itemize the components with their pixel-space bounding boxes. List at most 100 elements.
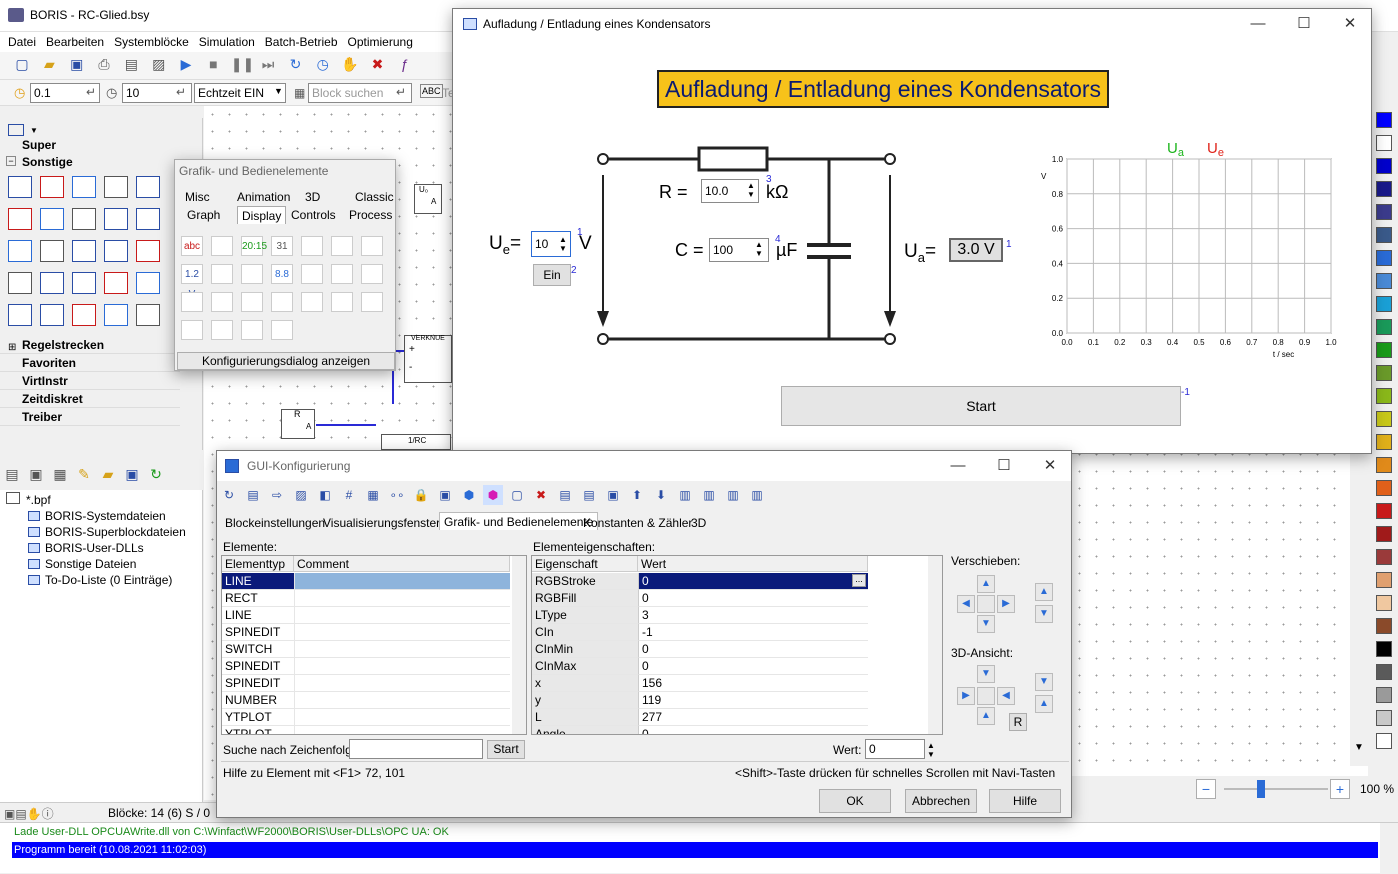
ein-button[interactable]: Ein <box>533 264 571 286</box>
tree-item[interactable]: BORIS-Superblockdateien <box>45 524 186 540</box>
nav-arrow-icon[interactable]: ▲ <box>1035 695 1053 713</box>
block-verknuepfung[interactable]: VERKNUE + - <box>404 335 452 383</box>
color-swatch[interactable] <box>1376 250 1392 266</box>
block-icon[interactable] <box>104 208 128 230</box>
chevron-down-icon[interactable]: ▼ <box>274 86 283 96</box>
display-element-icon[interactable] <box>211 320 233 340</box>
property-name[interactable]: y <box>532 692 638 709</box>
color-swatch[interactable] <box>1376 641 1392 657</box>
nav-arrow-icon[interactable]: ▶ <box>997 595 1015 613</box>
gui-tool-icon[interactable]: ▤ <box>243 485 263 505</box>
property-name[interactable]: CInMax <box>532 658 638 675</box>
close-icon[interactable]: ✕ <box>1327 9 1373 39</box>
display-element-icon[interactable] <box>361 236 383 256</box>
tree-folder-icon[interactable]: ▰ <box>98 464 118 484</box>
comment-cell[interactable] <box>294 607 510 624</box>
gui-tool-icon[interactable]: ▤ <box>555 485 575 505</box>
new-file-icon[interactable]: ▢ <box>12 54 32 74</box>
tools-icon[interactable]: ✖ <box>367 54 387 74</box>
search-input[interactable] <box>349 739 483 759</box>
gui-tool-icon[interactable]: ⬇ <box>651 485 671 505</box>
block-icon[interactable] <box>72 176 96 198</box>
gui-tool-icon[interactable]: ▦ <box>363 485 383 505</box>
sidebar-section[interactable]: Regelstrecken <box>0 336 180 354</box>
gui-tool-icon[interactable]: ⬆ <box>627 485 647 505</box>
block-r[interactable]: RA <box>281 409 315 439</box>
open-folder-icon[interactable]: ▰ <box>39 54 59 74</box>
table-row[interactable]: LINE <box>222 573 294 590</box>
menu-item[interactable]: Simulation <box>199 35 255 49</box>
block-icon[interactable] <box>40 176 64 198</box>
menu-item[interactable]: Systemblöcke <box>114 35 189 49</box>
tree-stack-icon[interactable]: ▦ <box>50 464 70 484</box>
gui-tab[interactable]: Blockeinstellungen <box>225 514 325 532</box>
block-icon[interactable] <box>104 272 128 294</box>
display-element-icon[interactable] <box>301 292 323 312</box>
zoom-in-button[interactable]: + <box>1330 779 1350 799</box>
block-1rc[interactable]: 1/RC <box>381 434 451 450</box>
nav-arrow-icon[interactable] <box>977 687 995 705</box>
table-row[interactable]: YTPLOT <box>222 709 294 726</box>
chevron-down-icon[interactable]: ▼ <box>1354 742 1364 753</box>
tree-item[interactable]: BORIS-Systemdateien <box>45 508 166 524</box>
menu-item[interactable]: Optimierung <box>348 35 413 49</box>
gui-tool-icon[interactable]: ▥ <box>747 485 767 505</box>
tree-item[interactable]: Sonstige Dateien <box>45 556 136 572</box>
block-uo[interactable]: U₀ A <box>414 184 442 214</box>
sonstige-section[interactable]: Sonstige <box>22 155 73 169</box>
color-swatch[interactable] <box>1376 388 1392 404</box>
image-icon[interactable]: ▨ <box>149 54 169 74</box>
close-icon[interactable]: ✕ <box>1027 451 1073 481</box>
gui-tool-icon[interactable]: ▥ <box>723 485 743 505</box>
block-icon[interactable] <box>72 208 96 230</box>
property-value[interactable]: -1 <box>638 624 868 641</box>
property-name[interactable]: CInMin <box>532 641 638 658</box>
property-value[interactable]: 0 <box>638 658 868 675</box>
tree-save-icon[interactable]: ▣ <box>122 464 142 484</box>
block-icon[interactable] <box>104 176 128 198</box>
property-value[interactable]: 119 <box>638 692 868 709</box>
block-icon[interactable] <box>8 304 32 326</box>
zoom-slider-thumb[interactable] <box>1257 780 1265 798</box>
clock-icon[interactable]: ◷ <box>313 54 333 74</box>
gui-tool-icon[interactable]: ▣ <box>603 485 623 505</box>
display-element-icon[interactable] <box>301 236 323 256</box>
display-element-icon[interactable] <box>241 292 263 312</box>
table-row[interactable]: RECT <box>222 590 294 607</box>
help-button[interactable]: Hilfe <box>989 789 1061 813</box>
display-element-icon[interactable] <box>211 264 233 284</box>
property-name[interactable]: L <box>532 709 638 726</box>
gui-tool-icon[interactable]: ▥ <box>675 485 695 505</box>
comment-cell[interactable] <box>294 675 510 692</box>
ok-button[interactable]: OK <box>819 789 891 813</box>
comment-cell[interactable] <box>294 658 510 675</box>
color-swatch[interactable] <box>1376 365 1392 381</box>
palette-tab[interactable]: Display <box>237 206 287 224</box>
search-start-button[interactable]: Start <box>487 740 525 759</box>
clipboard-icon[interactable]: ▤ <box>121 54 141 74</box>
gui-tool-icon[interactable]: ⇨ <box>267 485 287 505</box>
color-swatch[interactable] <box>1376 710 1392 726</box>
palette-tab[interactable]: 3D <box>305 188 320 206</box>
tree-add-icon[interactable]: ▤ <box>2 464 22 484</box>
block-icon[interactable] <box>72 240 96 262</box>
abc-icon[interactable]: ABC <box>420 84 443 98</box>
nav-arrow-icon[interactable]: ▲ <box>977 707 995 725</box>
palette-tab[interactable]: Graph <box>187 206 220 224</box>
gui-tool-icon[interactable]: ⬢ <box>459 485 479 505</box>
nav-arrow-icon[interactable] <box>977 595 995 613</box>
gui-tool-icon[interactable]: ↻ <box>219 485 239 505</box>
comment-cell[interactable] <box>294 726 510 734</box>
display-element-icon[interactable] <box>241 320 263 340</box>
reset-view-button[interactable]: R <box>1009 713 1027 731</box>
block-icon[interactable] <box>136 240 160 262</box>
table-row[interactable]: NUMBER <box>222 692 294 709</box>
display-element-icon[interactable]: 20:15 <box>241 236 267 256</box>
display-element-icon[interactable]: 1.2 V <box>181 264 203 300</box>
cancel-button[interactable]: Abbrechen <box>905 789 977 813</box>
table-row[interactable]: SPINEDIT <box>222 675 294 692</box>
property-name[interactable]: CIn <box>532 624 638 641</box>
nav-arrow-icon[interactable]: ▲ <box>977 575 995 593</box>
gui-tool-icon[interactable]: # <box>339 485 359 505</box>
gui-tab[interactable]: Grafik- und Bedienelemente <box>439 512 599 530</box>
